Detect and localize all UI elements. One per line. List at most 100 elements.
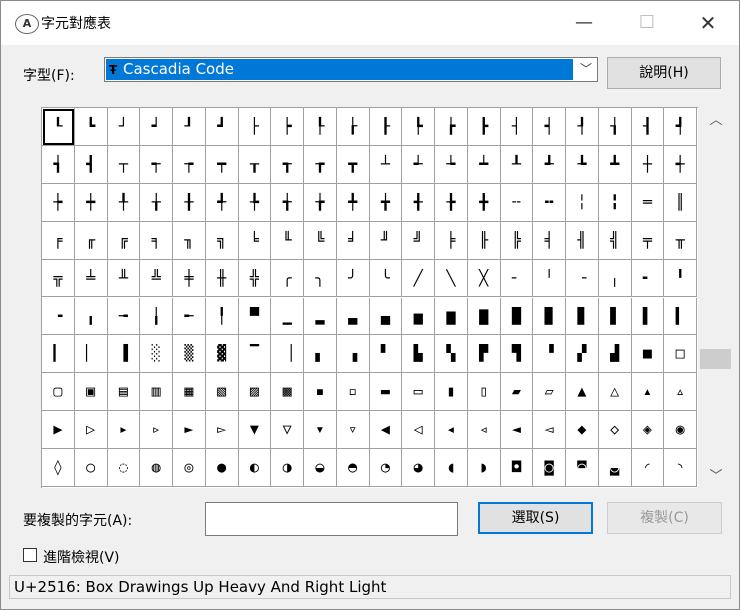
char-cell[interactable]: ◝ xyxy=(664,449,697,487)
char-cell[interactable]: ╵ xyxy=(533,259,566,298)
char-cell[interactable]: ┳ xyxy=(336,145,370,184)
char-cell[interactable]: ┵ xyxy=(402,145,435,184)
close-button[interactable]: ✕ xyxy=(681,1,735,45)
char-cell[interactable]: ╶ xyxy=(566,259,599,298)
char-cell[interactable]: ┞ xyxy=(304,108,337,146)
char-cell[interactable]: ▝ xyxy=(533,335,566,374)
char-cell[interactable]: ╅ xyxy=(271,183,304,222)
char-cell[interactable]: ┢ xyxy=(435,108,468,146)
char-cell[interactable]: ◖ xyxy=(435,449,468,487)
char-cell[interactable]: ▎ xyxy=(42,335,75,374)
char-cell[interactable]: ╛ xyxy=(336,221,370,260)
char-cell[interactable]: ╆ xyxy=(304,183,337,222)
char-cell[interactable]: ╲ xyxy=(435,259,468,298)
char-cell[interactable]: ▿ xyxy=(336,411,370,450)
char-cell[interactable]: ▗ xyxy=(336,335,370,374)
char-cell[interactable]: ◒ xyxy=(304,449,337,487)
char-cell[interactable]: ○ xyxy=(74,449,108,487)
char-cell[interactable]: ┗ xyxy=(74,108,108,146)
char-cell[interactable]: ╔ xyxy=(107,221,141,260)
char-cell[interactable]: ╒ xyxy=(42,221,75,260)
char-cell[interactable]: ▽ xyxy=(271,411,304,450)
char-cell[interactable]: ╱ xyxy=(402,259,435,298)
char-cell[interactable]: ■ xyxy=(631,335,665,374)
char-cell[interactable]: ┠ xyxy=(369,108,403,146)
char-cell[interactable]: ▃ xyxy=(336,297,370,336)
char-cell[interactable]: ┖ xyxy=(42,108,75,146)
char-cell[interactable]: ◎ xyxy=(173,449,206,487)
char-cell[interactable]: ▂ xyxy=(304,297,337,336)
char-cell[interactable]: ╢ xyxy=(566,221,599,260)
char-cell[interactable]: ╇ xyxy=(336,183,370,222)
char-cell[interactable]: ▯ xyxy=(467,373,501,412)
char-cell[interactable]: ▪ xyxy=(304,373,337,412)
char-cell[interactable]: ┺ xyxy=(566,145,599,184)
char-cell[interactable]: ╯ xyxy=(336,259,370,298)
scroll-down-icon[interactable]: ﹀ xyxy=(699,465,733,485)
char-cell[interactable]: ▍ xyxy=(664,297,697,336)
char-cell[interactable]: ▘ xyxy=(369,335,403,374)
char-cell[interactable]: ┤ xyxy=(500,108,534,146)
char-cell[interactable]: ╼ xyxy=(107,297,141,336)
char-cell[interactable]: ┪ xyxy=(42,145,75,184)
char-cell[interactable]: ┼ xyxy=(631,145,665,184)
char-cell[interactable]: ◈ xyxy=(631,411,665,450)
char-cell[interactable]: ┣ xyxy=(467,108,501,146)
char-cell[interactable]: ▹ xyxy=(140,411,173,450)
scroll-up-icon[interactable]: ︿ xyxy=(699,109,733,129)
char-cell[interactable]: ┡ xyxy=(402,108,435,146)
char-cell[interactable]: ◇ xyxy=(598,411,632,450)
char-cell[interactable]: ╗ xyxy=(205,221,239,260)
char-cell[interactable]: ╽ xyxy=(140,297,173,336)
char-cell[interactable]: ▱ xyxy=(533,373,566,412)
char-cell[interactable]: ╍ xyxy=(533,183,566,222)
char-cell[interactable]: ╂ xyxy=(173,183,206,222)
font-dropdown[interactable]: Ŧ Cascadia Code ﹀ xyxy=(104,57,598,82)
char-cell[interactable]: ╞ xyxy=(435,221,468,260)
advanced-view-label[interactable]: 進階檢視(V) xyxy=(43,547,120,567)
minimize-button[interactable]: — xyxy=(557,1,611,45)
char-cell[interactable]: ╡ xyxy=(533,221,566,260)
char-cell[interactable]: ┫ xyxy=(74,145,108,184)
char-cell[interactable]: ║ xyxy=(664,183,697,222)
char-cell[interactable]: ╊ xyxy=(435,183,468,222)
char-cell[interactable]: ▚ xyxy=(435,335,468,374)
char-cell[interactable]: ┿ xyxy=(74,183,108,222)
char-cell[interactable]: ╮ xyxy=(304,259,337,298)
char-cell[interactable]: ► xyxy=(173,411,206,450)
char-cell[interactable]: ╬ xyxy=(238,259,272,298)
char-cell[interactable]: ◅ xyxy=(533,411,566,450)
char-cell[interactable]: ◗ xyxy=(467,449,501,487)
char-cell[interactable]: ▄ xyxy=(369,297,403,336)
char-cell[interactable]: ◘ xyxy=(500,449,534,487)
char-cell[interactable]: ▴ xyxy=(631,373,665,412)
char-cell[interactable]: ╈ xyxy=(369,183,403,222)
char-cell[interactable]: ╉ xyxy=(402,183,435,222)
char-cell[interactable]: ▙ xyxy=(402,335,435,374)
char-cell[interactable]: ╩ xyxy=(140,259,173,298)
char-cell[interactable]: ╙ xyxy=(271,221,304,260)
char-cell[interactable]: ┷ xyxy=(467,145,501,184)
characters-to-copy-input[interactable] xyxy=(205,502,458,536)
char-cell[interactable]: ▼ xyxy=(238,411,272,450)
char-cell[interactable]: ▒ xyxy=(173,335,206,374)
char-cell[interactable]: ┚ xyxy=(173,108,206,146)
char-cell[interactable]: ╳ xyxy=(467,259,501,298)
select-button[interactable]: 選取(S) xyxy=(478,502,593,534)
char-cell[interactable]: ▲ xyxy=(566,373,599,412)
char-cell[interactable]: ╏ xyxy=(598,183,632,222)
char-cell[interactable]: ┥ xyxy=(533,108,566,146)
char-cell[interactable]: ╚ xyxy=(304,221,337,260)
char-cell[interactable]: ◂ xyxy=(435,411,468,450)
char-cell[interactable]: ├ xyxy=(238,108,272,146)
char-cell[interactable]: ◐ xyxy=(238,449,272,487)
char-cell[interactable]: ▬ xyxy=(369,373,403,412)
char-cell[interactable]: ┭ xyxy=(140,145,173,184)
char-cell[interactable]: ╣ xyxy=(598,221,632,260)
char-cell[interactable]: ┲ xyxy=(304,145,337,184)
char-cell[interactable]: ┙ xyxy=(140,108,173,146)
char-cell[interactable]: ╦ xyxy=(42,259,75,298)
char-cell[interactable]: ▇ xyxy=(467,297,501,336)
char-cell[interactable]: ┧ xyxy=(598,108,632,146)
char-cell[interactable]: ◀ xyxy=(369,411,403,450)
